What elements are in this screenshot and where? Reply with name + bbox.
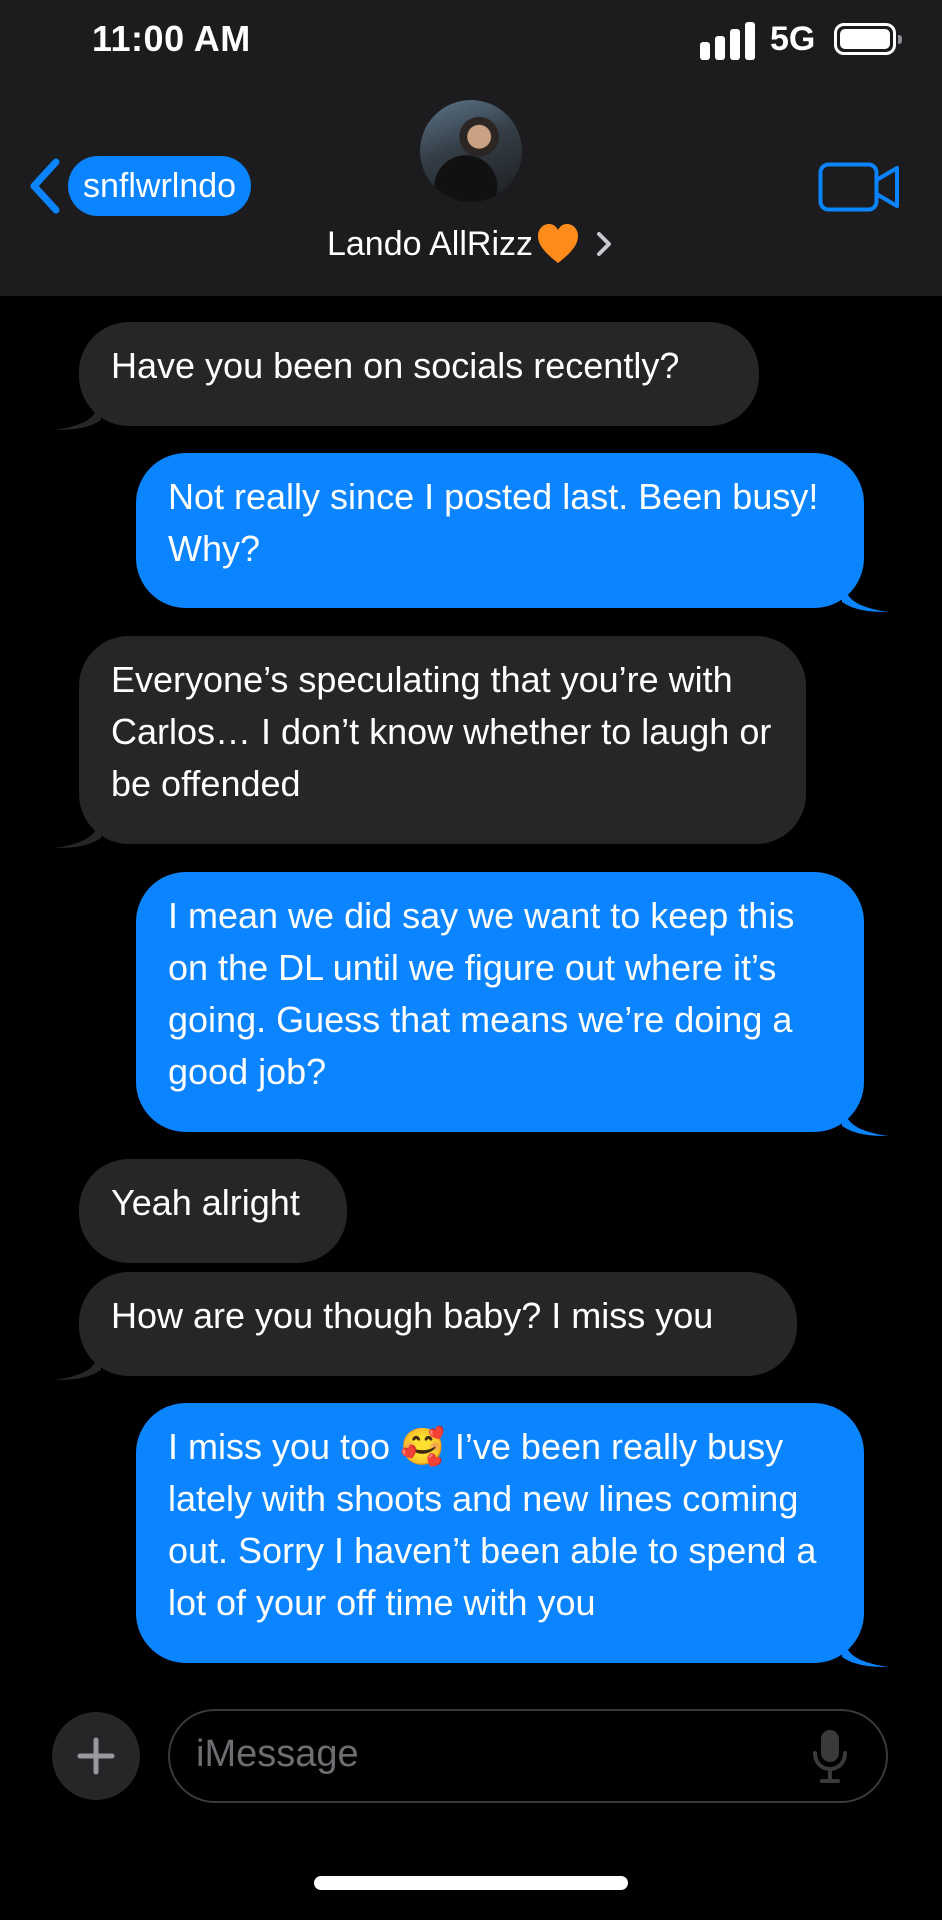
- message-sent[interactable]: Not really since I posted last. Been bus…: [136, 453, 888, 612]
- contact-details-link[interactable]: Lando AllRizz: [327, 218, 615, 270]
- message-text: Not really since I posted last. Been bus…: [168, 476, 819, 569]
- status-time: 11:00 AM: [92, 18, 251, 59]
- message-received[interactable]: Everyone’s speculating that you’re with …: [55, 636, 806, 848]
- back-label: snflwrlndo: [68, 156, 252, 216]
- microphone-icon[interactable]: [810, 1727, 850, 1785]
- message-sent[interactable]: I miss you too 🥰 I’ve been really busy l…: [136, 1403, 888, 1667]
- status-bar: 11:00 AM 5G: [0, 0, 942, 80]
- battery-icon: [834, 23, 902, 55]
- message-received[interactable]: Yeah alright: [79, 1159, 347, 1263]
- message-text: I mean we did say we want to keep this o…: [168, 895, 795, 1092]
- message-text: How are you though baby? I miss you: [111, 1295, 714, 1336]
- message-text: Yeah alright: [111, 1182, 300, 1223]
- input-placeholder: iMessage: [196, 1733, 359, 1775]
- bubble-tail: [55, 1342, 101, 1380]
- message-text: Everyone’s speculating that you’re with …: [111, 659, 772, 804]
- orange-heart-icon: [538, 224, 578, 263]
- bubble-tail: [55, 810, 101, 848]
- chevron-right-icon: [597, 232, 611, 256]
- signal-strength-icon: [700, 22, 758, 60]
- message-sent[interactable]: I mean we did say we want to keep this o…: [136, 872, 888, 1136]
- back-button[interactable]: snflwrlndo: [26, 156, 252, 216]
- contact-title-row: Lando AllRizz: [0, 218, 942, 270]
- home-indicator[interactable]: [314, 1876, 628, 1890]
- contact-name: Lando AllRizz: [326, 225, 533, 263]
- contact-avatar[interactable]: [420, 100, 522, 202]
- bubble-tail: [842, 574, 888, 612]
- message-text: Have you been on socials recently?: [111, 345, 680, 386]
- video-call-icon[interactable]: [818, 160, 900, 214]
- bubble-tail: [842, 1098, 888, 1136]
- imessage-input[interactable]: iMessage: [168, 1709, 888, 1803]
- chevron-left-icon: [30, 158, 60, 214]
- bubble-tail: [55, 392, 101, 430]
- message-received[interactable]: How are you though baby? I miss you: [55, 1272, 797, 1380]
- message-text: I miss you too 🥰 I’ve been really busy l…: [168, 1426, 817, 1623]
- message-received[interactable]: Have you been on socials recently?: [55, 322, 759, 430]
- plus-icon: [77, 1737, 115, 1775]
- apps-plus-button[interactable]: [52, 1712, 140, 1800]
- network-type: 5G: [770, 20, 816, 58]
- bubble-tail: [842, 1629, 888, 1667]
